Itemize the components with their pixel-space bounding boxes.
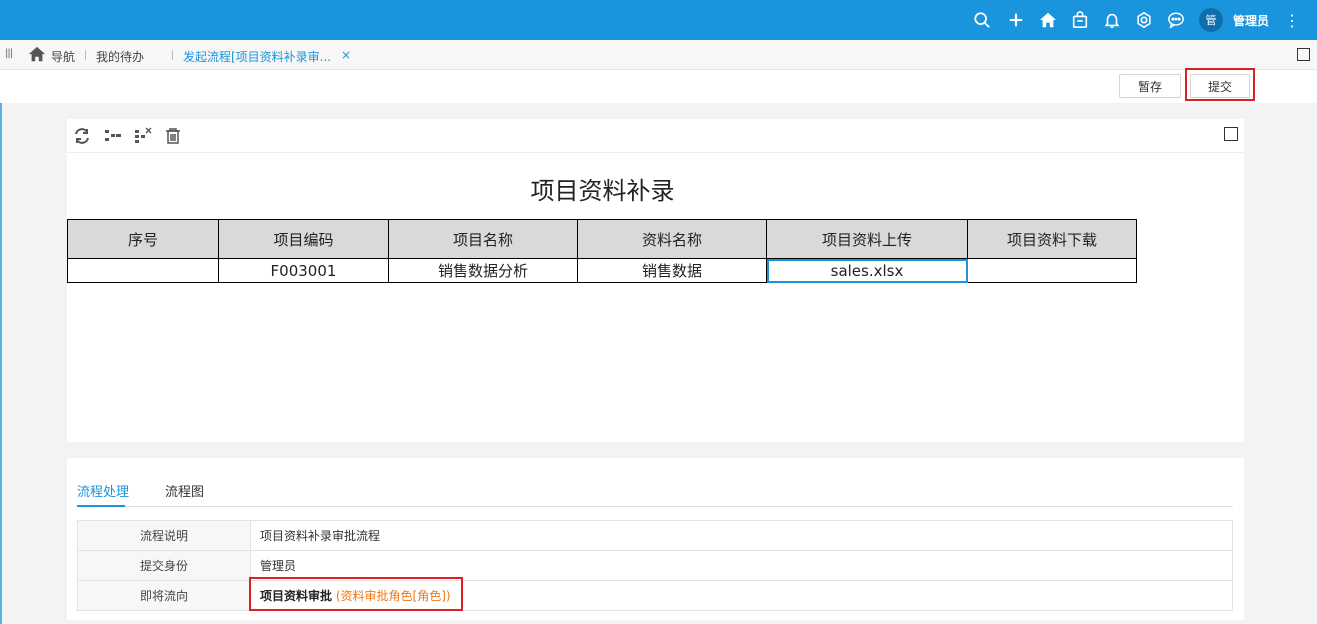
tab-flow-chart[interactable]: 流程图 (165, 481, 204, 500)
column-header-material: 资料名称 (577, 219, 767, 259)
column-header-upload: 项目资料上传 (766, 219, 968, 259)
material-table: 序号 项目编码 项目名称 资料名称 项目资料上传 项目资料下载 F003001 … (67, 219, 1137, 283)
cell-code[interactable]: F003001 (218, 258, 389, 283)
settings-icon[interactable] (1133, 9, 1155, 31)
bag-icon[interactable] (1069, 9, 1091, 31)
table-row: 提交身份 管理员 (77, 550, 1233, 581)
message-icon[interactable] (1165, 9, 1187, 31)
trash-icon[interactable] (164, 127, 182, 145)
cell-download[interactable] (967, 258, 1137, 283)
next-step-name: 项目资料审批 (260, 589, 333, 603)
flow-info-table: 流程说明 项目资料补录审批流程 提交身份 管理员 即将流向 项目资料审批 (资料… (77, 520, 1233, 611)
table-row: F003001 销售数据分析 销售数据 sales.xlsx (67, 258, 1137, 283)
cell-seq[interactable] (67, 258, 219, 283)
nav-home-icon[interactable] (28, 46, 46, 62)
table-header-row: 序号 项目编码 项目名称 资料名称 项目资料上传 项目资料下载 (67, 219, 1137, 259)
insert-row-icon[interactable] (104, 127, 122, 145)
form-toolbar (67, 119, 1244, 153)
column-header-download: 项目资料下载 (967, 219, 1137, 259)
form-panel: 项目资料补录 序号 项目编码 项目名称 资料名称 项目资料上传 项目资料下载 F… (67, 119, 1244, 442)
label-submit-identity: 提交身份 (77, 550, 251, 581)
home-icon[interactable] (1037, 9, 1059, 31)
next-step-role: (资料审批角色[角色]) (335, 589, 451, 603)
delete-row-icon[interactable] (134, 127, 152, 145)
cell-upload[interactable]: sales.xlsx (766, 258, 968, 283)
label-process-desc: 流程说明 (77, 520, 251, 551)
label-next-step: 即将流向 (77, 580, 251, 611)
refresh-icon[interactable] (73, 127, 91, 145)
save-draft-button[interactable]: 暂存 (1119, 74, 1181, 98)
tab-start-process[interactable]: 发起流程[项目资料补录审... (183, 48, 331, 65)
top-bar: 管 管理员 ⋮ (0, 0, 1317, 40)
submit-button[interactable]: 提交 (1190, 74, 1250, 98)
cell-name[interactable]: 销售数据分析 (388, 258, 578, 283)
table-row: 即将流向 项目资料审批 (资料审批角色[角色]) (77, 580, 1233, 611)
form-maximize-icon[interactable] (1224, 127, 1238, 141)
tab-nav[interactable]: 导航 (51, 48, 75, 65)
action-bar: 暂存 提交 (0, 70, 1317, 103)
left-edge-line (0, 103, 2, 624)
bell-icon[interactable] (1101, 9, 1123, 31)
more-menu-icon[interactable]: ⋮ (1284, 9, 1300, 31)
plus-icon[interactable] (1005, 9, 1027, 31)
tab-flow-process[interactable]: 流程处理 (77, 481, 129, 500)
tab-my-todo[interactable]: 我的待办 (96, 48, 144, 65)
flow-panel: 流程处理 流程图 流程说明 项目资料补录审批流程 提交身份 管理员 即将流向 项… (67, 458, 1244, 620)
active-tab-indicator (77, 505, 125, 507)
table-row: 流程说明 项目资料补录审批流程 (77, 520, 1233, 551)
search-icon[interactable] (971, 9, 993, 31)
tab-divider (77, 506, 1233, 507)
avatar[interactable]: 管 (1199, 8, 1223, 32)
column-header-seq: 序号 (67, 219, 219, 259)
tab-separator (85, 50, 86, 60)
column-header-code: 项目编码 (218, 219, 389, 259)
tab-bar: ||| 导航 我的待办 发起流程[项目资料补录审... × (0, 40, 1317, 70)
cell-material[interactable]: 销售数据 (577, 258, 767, 283)
close-tab-icon[interactable]: × (341, 48, 351, 62)
collapse-menu-icon[interactable]: ||| (5, 48, 13, 59)
form-title: 项目资料补录 (530, 177, 675, 205)
column-header-name: 项目名称 (388, 219, 578, 259)
username[interactable]: 管理员 (1233, 12, 1269, 29)
value-process-desc: 项目资料补录审批流程 (250, 520, 1233, 551)
tab-separator (172, 50, 173, 60)
value-next-step: 项目资料审批 (资料审批角色[角色]) (250, 580, 1233, 611)
value-submit-identity: 管理员 (250, 550, 1233, 581)
maximize-icon[interactable] (1297, 48, 1310, 61)
